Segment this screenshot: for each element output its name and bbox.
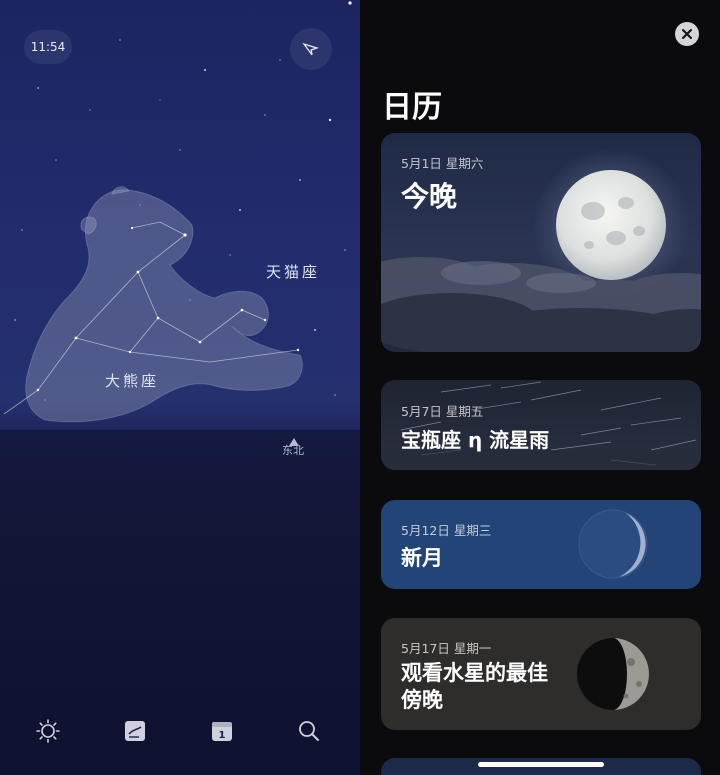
calendar-panel: 日历 5月1日 星期六 今晚 5月7日 星期五 宝瓶座 η 流星雨 5月12日 …	[360, 0, 720, 775]
event-title: 观看水星的最佳 傍晚	[401, 660, 548, 714]
tab-bar: 1	[0, 705, 360, 755]
event-title-line: 观看水星的最佳	[401, 661, 548, 685]
tab-search[interactable]	[293, 715, 325, 747]
tab-sun[interactable]	[32, 715, 64, 747]
event-date: 5月12日 星期三	[401, 523, 492, 538]
sky-view[interactable]: 11:54 大熊座 天猫座 东北 1	[0, 0, 360, 775]
calendar-badge: 1	[219, 730, 226, 741]
compass-button[interactable]	[290, 28, 332, 70]
event-date: 5月7日 星期五	[401, 404, 484, 419]
tab-calendar[interactable]: 1	[206, 715, 238, 747]
page-title: 日历	[382, 90, 442, 125]
event-title-line: 傍晚	[401, 688, 443, 712]
event-title: 新月	[401, 546, 443, 570]
event-card-tonight[interactable]: 5月1日 星期六 今晚	[381, 133, 701, 352]
search-icon	[299, 721, 319, 741]
event-title: 今晚	[401, 180, 458, 213]
event-date: 5月1日 星期六	[401, 156, 484, 171]
event-date: 5月17日 星期一	[401, 641, 492, 656]
sun-icon	[36, 719, 60, 743]
calendar-icon: 1	[212, 722, 232, 741]
event-card-mercury[interactable]: 5月17日 星期一 观看水星的最佳 傍晚	[381, 618, 701, 730]
constellation-label-lynx[interactable]: 天猫座	[266, 261, 320, 282]
constellation-label-ursa-major[interactable]: 大熊座	[105, 370, 159, 391]
tab-stories[interactable]	[119, 715, 151, 747]
event-card-meteor-shower[interactable]: 5月7日 星期五 宝瓶座 η 流星雨	[381, 380, 701, 470]
home-indicator[interactable]	[478, 762, 604, 767]
direction-label: 东北	[282, 444, 304, 457]
stories-icon	[125, 721, 145, 741]
event-title: 宝瓶座 η 流星雨	[401, 428, 550, 452]
close-button[interactable]	[675, 22, 699, 46]
compass-needle-icon	[302, 42, 320, 56]
time-badge[interactable]: 11:54	[24, 30, 72, 64]
event-card-new-moon[interactable]: 5月12日 星期三 新月	[381, 500, 701, 589]
close-icon	[682, 29, 692, 39]
